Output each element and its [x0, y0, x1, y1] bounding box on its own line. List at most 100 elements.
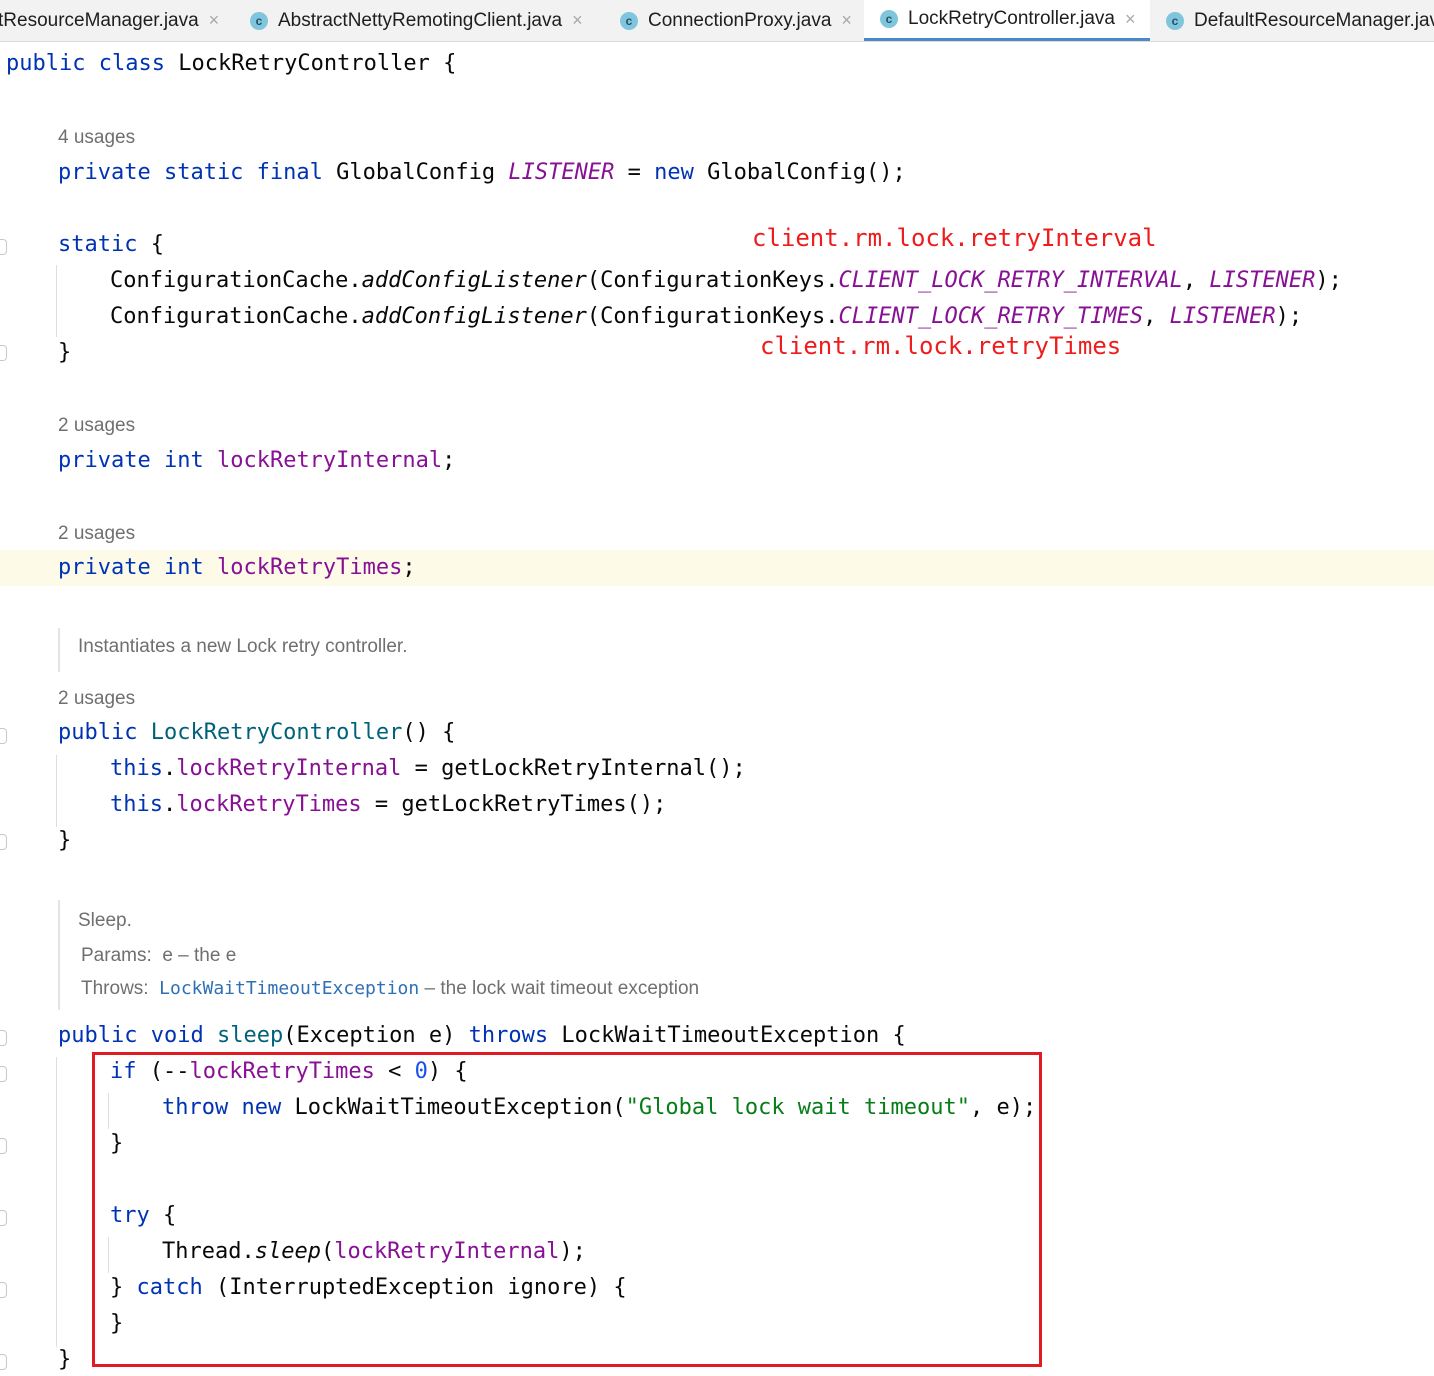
code-line-listener-field: private static final GlobalConfig LISTEN…	[58, 158, 906, 188]
static-field: LISTENER	[1209, 268, 1316, 293]
doc-bar	[58, 628, 60, 672]
fold-marker-icon[interactable]	[0, 239, 7, 255]
static-method: addConfigListener	[361, 268, 587, 293]
class-icon: c	[250, 11, 268, 30]
code-line-class-declaration: public class LockRetryController {	[6, 49, 456, 79]
class-ref: (ConfigurationKeys.	[586, 268, 839, 293]
fold-marker-icon[interactable]	[0, 1282, 7, 1298]
code-line-add-listener-times: ConfigurationCache.addConfigListener(Con…	[110, 302, 1302, 332]
static-field: LISTENER	[1169, 304, 1276, 329]
brace: }	[58, 1347, 72, 1372]
keyword: class	[98, 51, 165, 76]
usages-hint[interactable]: 2 usages	[58, 414, 135, 438]
close-icon[interactable]: ×	[572, 10, 583, 31]
doc-text: Instantiates a new Lock retry controller…	[78, 636, 408, 657]
fold-marker-icon[interactable]	[0, 834, 7, 850]
close-icon[interactable]: ×	[1125, 9, 1136, 30]
static-method: addConfigListener	[361, 304, 587, 329]
doc-throws: Throws: LockWaitTimeoutException – the l…	[81, 978, 699, 1000]
code-line-sleep-close: }	[58, 1345, 71, 1375]
punctuation: .	[162, 792, 177, 817]
code-line-field-times: private int lockRetryTimes;	[58, 553, 416, 583]
doc-throws-label: Throws:	[81, 978, 149, 999]
close-icon[interactable]: ×	[209, 10, 220, 31]
class-ref: ConfigurationCache.	[110, 304, 362, 329]
code-line-constructor-close: }	[58, 826, 71, 856]
keyword: public	[6, 51, 86, 76]
close-icon[interactable]: ×	[841, 10, 852, 31]
indent-guide	[56, 265, 57, 337]
keyword: this	[110, 792, 163, 817]
keyword: public	[58, 1023, 138, 1048]
class-icon: c	[1166, 11, 1184, 30]
fold-marker-icon[interactable]	[0, 1210, 7, 1226]
punctuation: );	[1315, 268, 1342, 293]
field: lockRetryInternal	[176, 756, 402, 781]
doc-params-text: e – the e	[162, 945, 237, 966]
class-ref: ConfigurationCache.	[110, 268, 362, 293]
tab-label: ConnectionProxy.java	[648, 9, 832, 31]
fold-marker-icon[interactable]	[0, 1354, 7, 1370]
keyword: void	[150, 1023, 204, 1048]
exception-type: LockWaitTimeoutException {	[561, 1023, 906, 1048]
type-name: GlobalConfig	[336, 160, 496, 185]
fold-marker-icon[interactable]	[0, 1030, 7, 1046]
code-line-field-internal: private int lockRetryInternal;	[58, 446, 455, 476]
tab-default-resource-manager[interactable]: c DefaultResourceManager.jav	[1166, 0, 1434, 41]
code-editor[interactable]: public class LockRetryController { 4 usa…	[0, 42, 1434, 1376]
brace: {	[150, 232, 164, 257]
doc-summary: Sleep.	[78, 910, 132, 931]
fold-marker-icon[interactable]	[0, 1066, 7, 1082]
static-field: CLIENT_LOCK_RETRY_INTERVAL	[838, 268, 1183, 293]
punctuation: ,	[1182, 268, 1210, 293]
keyword: this	[110, 756, 163, 781]
usages-hint[interactable]: 2 usages	[58, 687, 135, 711]
keyword: private	[58, 555, 151, 580]
code-line-static-block: static {	[58, 230, 164, 260]
punctuation: () {	[402, 720, 456, 745]
code-line-add-listener-interval: ConfigurationCache.addConfigListener(Con…	[110, 266, 1342, 296]
static-field: CLIENT_LOCK_RETRY_TIMES	[838, 304, 1144, 329]
tab-abstract-netty-remoting-client[interactable]: c AbstractNettyRemotingClient.java ×	[250, 0, 583, 41]
method-declaration: sleep	[216, 1023, 284, 1048]
tab-lock-retry-controller[interactable]: c LockRetryController.java ×	[864, 0, 1150, 41]
doc-exception-link[interactable]: LockWaitTimeoutException	[159, 978, 419, 999]
constructor-call: GlobalConfig();	[707, 160, 906, 185]
punctuation: .	[162, 756, 177, 781]
tab-label: LockRetryController.java	[908, 8, 1115, 29]
keyword: int	[163, 448, 204, 473]
rendered-javadoc: Sleep. Params: e – the e Throws: LockWai…	[58, 900, 1434, 1010]
keyword: public	[58, 720, 138, 745]
operator: =	[627, 160, 641, 185]
keyword: static	[58, 232, 138, 257]
code-line-constructor: public LockRetryController() {	[58, 718, 455, 748]
keyword: new	[654, 160, 694, 185]
brace: }	[58, 340, 72, 365]
brace: {	[443, 51, 457, 76]
fold-marker-icon[interactable]	[0, 345, 7, 361]
static-field: LISTENER	[508, 160, 615, 185]
punctuation: ;	[442, 448, 456, 473]
code-line-assign-internal: this.lockRetryInternal = getLockRetryInt…	[110, 754, 746, 784]
usages-hint[interactable]: 2 usages	[58, 522, 135, 546]
keyword: private static final	[58, 160, 323, 185]
editor-tab-bar: tResourceManager.java × c AbstractNettyR…	[0, 0, 1434, 42]
fold-marker-icon[interactable]	[0, 728, 7, 744]
punctuation: );	[1275, 304, 1303, 329]
tab-label: DefaultResourceManager.jav	[1194, 9, 1434, 31]
class-icon: c	[880, 10, 898, 28]
keyword: private	[58, 448, 151, 473]
punctuation: ;	[402, 555, 416, 580]
field: lockRetryTimes	[176, 792, 362, 817]
usages-hint[interactable]: 4 usages	[58, 126, 135, 150]
punctuation: ,	[1143, 304, 1170, 329]
class-icon: c	[620, 11, 638, 30]
tab-connection-proxy[interactable]: c ConnectionProxy.java ×	[620, 0, 852, 41]
method-declaration: LockRetryController	[150, 720, 403, 745]
tab-resource-manager[interactable]: tResourceManager.java ×	[0, 0, 238, 41]
brace: }	[58, 828, 72, 853]
fold-marker-icon[interactable]	[0, 1138, 7, 1154]
rendered-javadoc: Instantiates a new Lock retry controller…	[58, 628, 1434, 672]
method-call: = getLockRetryTimes();	[361, 792, 667, 817]
doc-throws-text: – the lock wait timeout exception	[424, 978, 700, 999]
